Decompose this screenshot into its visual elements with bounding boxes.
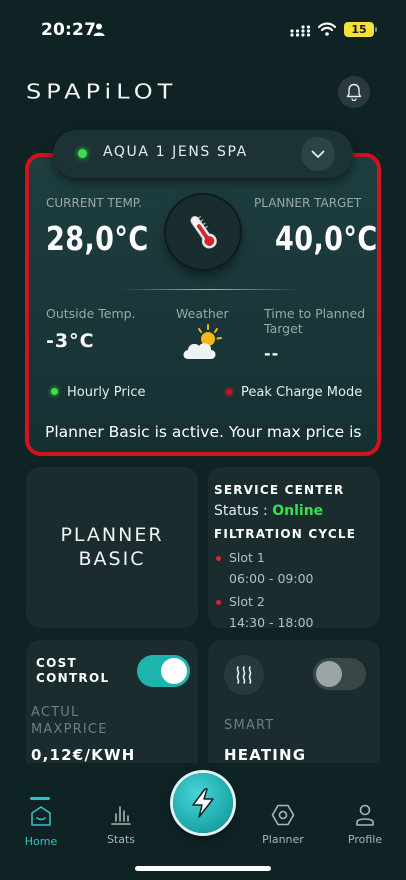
home-indicator xyxy=(135,866,271,871)
nav-planner[interactable]: Planner xyxy=(253,804,313,846)
current-temp-value: 28,0°C xyxy=(46,219,149,258)
nav-stats[interactable]: Stats xyxy=(91,804,151,846)
card-divider xyxy=(120,289,300,290)
planner-target-label: PLANNER TARGET xyxy=(254,196,362,210)
home-icon xyxy=(31,806,51,826)
chevron-down-icon xyxy=(311,150,325,158)
status-prefix: Status : xyxy=(214,503,273,519)
smart-heating-toggle[interactable] xyxy=(313,658,366,690)
nav-planner-label: Planner xyxy=(262,833,304,846)
cost-title-line2: CONTROL xyxy=(36,671,110,685)
thermometer-icon xyxy=(190,216,217,249)
app-logo: SPAPiLOT xyxy=(26,80,178,104)
spa-dropdown-button[interactable] xyxy=(301,137,335,171)
nav-stats-label: Stats xyxy=(106,833,136,846)
status-online: Online xyxy=(272,503,324,519)
bell-icon xyxy=(346,83,362,101)
nav-home[interactable]: Home xyxy=(11,794,71,848)
person-icon xyxy=(93,23,105,36)
outside-temp-value: -3°C xyxy=(46,330,95,352)
stats-icon xyxy=(111,806,131,825)
service-center-title: SERVICE CENTER xyxy=(214,483,345,497)
hourly-price-indicator xyxy=(51,388,58,395)
slot-1-label: Slot 1 xyxy=(229,550,265,565)
toggle-knob xyxy=(161,658,187,684)
toggle-knob xyxy=(316,661,342,687)
slot-2-label: Slot 2 xyxy=(229,594,265,609)
planner-mode: PLANNER BASIC xyxy=(26,523,198,571)
slot-1-dot xyxy=(216,556,221,561)
slot-1-time: 06:00 - 09:00 xyxy=(229,571,314,586)
nav-profile-label: Profile xyxy=(347,833,383,846)
smart-heating-label: SMART xyxy=(224,718,275,733)
planner-mode-line1: PLANNER xyxy=(60,524,164,546)
battery-tip xyxy=(375,27,377,32)
status-time: 20:27 xyxy=(41,20,97,40)
planner-target-value: 40,0°C xyxy=(275,219,378,258)
planner-ticker: Planner Basic is active. Your max price … xyxy=(29,423,377,445)
smart-heating-value: HEATING xyxy=(224,746,307,764)
heating-icon-badge xyxy=(224,655,264,695)
max-price-value: 0,12€/KWH xyxy=(31,746,136,764)
cost-control-title: COST CONTROL xyxy=(36,656,109,686)
power-action-button[interactable] xyxy=(173,773,233,833)
ticker-text: Planner Basic is active. Your max price … xyxy=(45,423,362,441)
planner-icon xyxy=(271,804,295,826)
cost-title-line1: COST xyxy=(36,656,78,670)
spa-online-indicator xyxy=(78,149,87,158)
heat-waves-icon xyxy=(236,666,252,684)
battery-indicator: 15 xyxy=(344,22,374,37)
cost-control-toggle[interactable] xyxy=(137,655,190,687)
bolt-icon xyxy=(192,788,214,818)
max-price-label-line2: MAXPRICE xyxy=(31,722,108,737)
slot-2-dot xyxy=(216,600,221,605)
peak-charge-indicator xyxy=(226,389,232,395)
weather-label: Weather xyxy=(176,306,229,321)
planner-mode-line2: BASIC xyxy=(78,548,146,570)
profile-icon xyxy=(356,804,374,826)
current-temp-label: CURRENT TEMP. xyxy=(46,196,142,210)
weather-partly-cloudy-icon xyxy=(183,324,222,359)
time-to-target-label: Time to Planned Target xyxy=(264,306,366,336)
max-price-label: ACTUL MAXPRICE xyxy=(31,704,108,738)
signal-icon xyxy=(290,25,311,37)
outside-temp-label: Outside Temp. xyxy=(46,306,136,321)
notifications-button[interactable] xyxy=(338,76,370,108)
time-to-target-value: -- xyxy=(264,344,280,363)
peak-charge-label: Peak Charge Mode xyxy=(241,385,363,400)
slot-2-time: 14:30 - 18:00 xyxy=(229,615,314,630)
wifi-icon xyxy=(318,22,336,36)
hourly-price-label: Hourly Price xyxy=(67,385,146,400)
thermometer-badge xyxy=(166,195,240,269)
spa-name: AQUA 1 JENS SPA xyxy=(103,144,248,160)
nav-profile[interactable]: Profile xyxy=(335,804,395,846)
service-status: Status : Online xyxy=(214,503,323,519)
nav-home-label: Home xyxy=(24,835,58,848)
max-price-label-line1: ACTUL xyxy=(31,705,80,720)
filtration-cycle-title: FILTRATION CYCLE xyxy=(214,527,357,541)
